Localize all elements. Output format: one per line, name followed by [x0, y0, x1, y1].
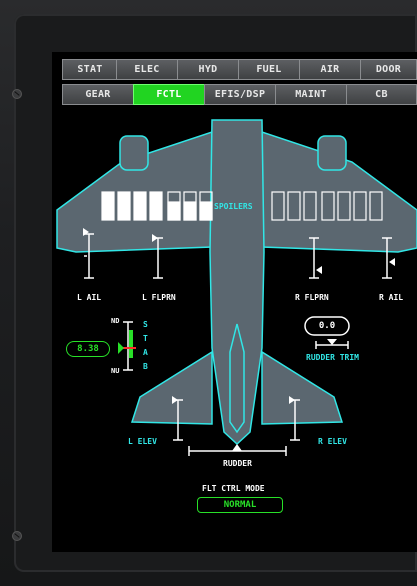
r-flprn-label: R FLPRN — [295, 293, 329, 302]
l-ail-label: L AIL — [77, 293, 102, 302]
surface-pointer-icon — [327, 339, 337, 345]
surface-pointer-icon — [389, 258, 395, 266]
l-elev-label: L ELEV — [128, 437, 157, 446]
r-ail-label: R AIL — [379, 293, 404, 302]
stab-pointer-icon — [118, 342, 124, 354]
stab-nd-label: ND — [111, 317, 120, 325]
surface-pointer-icon — [316, 266, 322, 274]
stab-value: 8.38 — [77, 344, 99, 354]
tail-right — [261, 350, 344, 425]
r-elev-label: R ELEV — [318, 437, 347, 446]
right-engine — [317, 135, 347, 171]
stab-letter-t: T — [143, 334, 148, 343]
screw-icon — [12, 89, 22, 99]
rudder-trim-value: 0.0 — [318, 321, 336, 331]
spoilers-left — [101, 191, 213, 221]
display-bezel: STAT ELEC HYD FUEL AIR DOOR GEAR FCTL EF… — [0, 0, 417, 586]
stab-value-box: 8.38 — [66, 341, 110, 357]
flt-ctrl-mode-value: NORMAL — [223, 500, 257, 510]
flt-ctrl-mode-label: FLT CTRL MODE — [202, 484, 265, 493]
surface-pointer-icon — [232, 444, 242, 451]
fctl-synoptic — [56, 119, 417, 456]
l-flprn-label: L FLPRN — [142, 293, 176, 302]
mfd-screen: STAT ELEC HYD FUEL AIR DOOR GEAR FCTL EF… — [52, 52, 417, 552]
spoilers-label: SPOILERS — [214, 202, 253, 211]
stab-letter-s: S — [143, 320, 148, 329]
rudder-trim-label: RUDDER TRIM — [306, 353, 359, 362]
stab-letter-a: A — [143, 348, 148, 357]
stab-nu-label: NU — [111, 367, 120, 375]
screw-icon — [12, 531, 22, 541]
stab-letter-b: B — [143, 362, 148, 371]
rudder-label: RUDDER — [223, 459, 252, 468]
stab-green-band — [129, 330, 133, 358]
left-engine — [119, 135, 149, 171]
flt-ctrl-mode-box: NORMAL — [197, 497, 283, 513]
